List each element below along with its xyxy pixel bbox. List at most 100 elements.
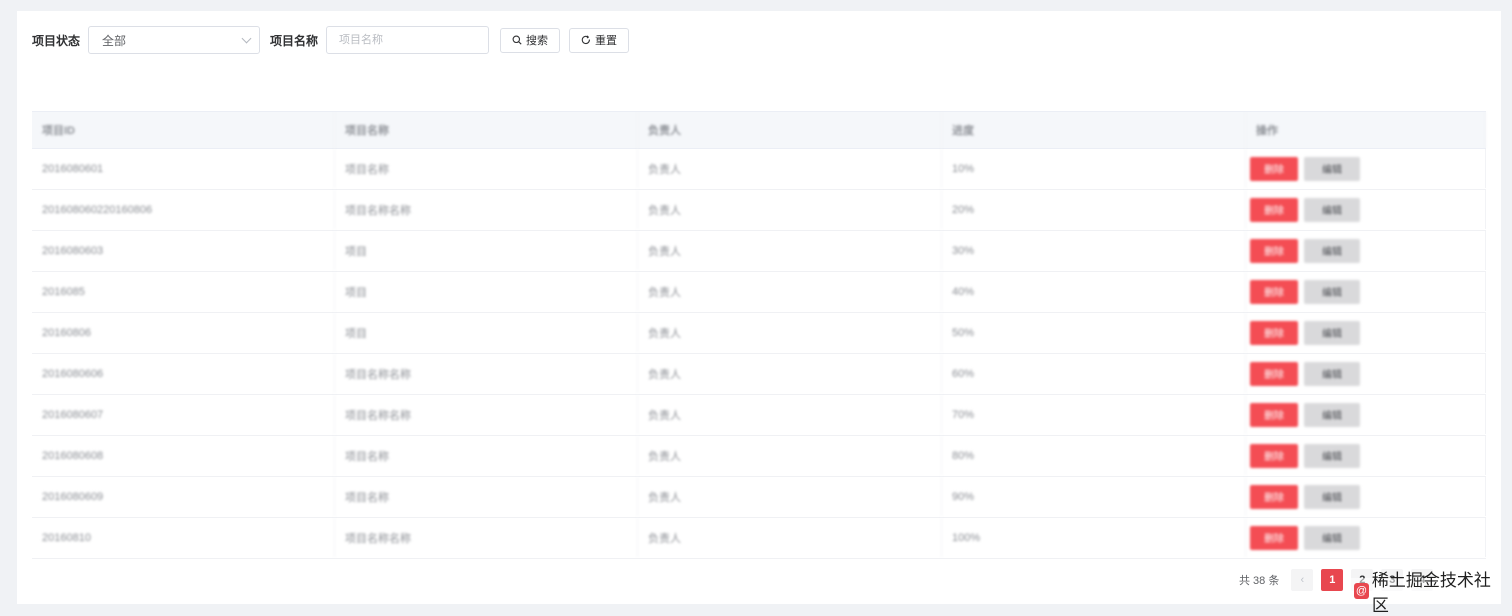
cell-project-id: 2016080606 [32, 354, 335, 393]
cell-progress: 90% [942, 477, 1246, 516]
cell-actions: 删除 编辑 [1246, 231, 1486, 270]
cell-actions: 删除 编辑 [1246, 190, 1486, 229]
column-header-owner[interactable]: 负责人 [638, 112, 942, 148]
cell-actions: 删除 编辑 [1246, 354, 1486, 393]
cell-project-name: 项目 [335, 272, 638, 311]
cell-owner: 负责人 [638, 149, 942, 188]
watermark-logo-icon: @ [1354, 583, 1369, 599]
cell-progress: 60% [942, 354, 1246, 393]
chevron-down-icon [241, 33, 252, 43]
cell-project-name: 项目名称名称 [335, 518, 638, 557]
name-input[interactable] [326, 26, 490, 54]
watermark-text: 稀土掘金技术社区 [1371, 571, 1491, 615]
cell-project-id: 2016080608 [32, 436, 335, 475]
cell-actions: 删除 编辑 [1246, 395, 1486, 434]
page-button-1[interactable]: 1 [1321, 569, 1344, 591]
table-row: 201608060220160806 项目名称名称 负责人 20% 删除 编辑 [32, 190, 1486, 231]
status-select[interactable]: 全部 [88, 26, 261, 54]
edit-button[interactable]: 编辑 [1304, 320, 1360, 345]
cell-progress: 30% [942, 231, 1246, 270]
edit-button[interactable]: 编辑 [1304, 197, 1360, 222]
cell-owner: 负责人 [638, 477, 942, 516]
status-label: 项目状态 [32, 33, 81, 48]
table-body: 2016080601 项目名称 负责人 10% 删除 编辑 2016080602201608… [32, 149, 1486, 559]
table-row: 2016080608 项目名称 负责人 80% 删除 编辑 [32, 436, 1486, 477]
edit-button[interactable]: 编辑 [1304, 156, 1360, 181]
cell-actions: 删除 编辑 [1246, 477, 1486, 516]
cell-owner: 负责人 [638, 436, 942, 475]
cell-actions: 删除 编辑 [1246, 518, 1486, 557]
edit-button[interactable]: 编辑 [1304, 279, 1360, 304]
table-row: 2016080603 项目 负责人 30% 删除 编辑 [32, 231, 1486, 272]
delete-button[interactable]: 删除 [1250, 156, 1298, 181]
cell-project-name: 项目名称名称 [335, 395, 638, 434]
refresh-icon [581, 35, 590, 45]
table-row: 2016085 项目 负责人 40% 删除 编辑 [32, 272, 1486, 313]
column-header-progress[interactable]: 进度 [942, 112, 1246, 148]
delete-button[interactable]: 删除 [1250, 238, 1298, 263]
table-row: 2016080606 项目名称名称 负责人 60% 删除 编辑 [32, 354, 1486, 395]
delete-button[interactable]: 删除 [1250, 402, 1298, 427]
reset-button-label: 重置 [595, 35, 618, 47]
cell-progress: 50% [942, 313, 1246, 352]
column-header-id[interactable]: 项目ID [32, 112, 335, 148]
total-count: 共 38 条 [1239, 575, 1280, 587]
edit-button[interactable]: 编辑 [1304, 238, 1360, 263]
prev-page-button[interactable]: ‹ [1291, 569, 1314, 591]
delete-button[interactable]: 删除 [1250, 443, 1298, 468]
edit-button[interactable]: 编辑 [1304, 402, 1360, 427]
cell-owner: 负责人 [638, 313, 942, 352]
cell-progress: 100% [942, 518, 1246, 557]
search-button[interactable]: 搜索 [500, 27, 561, 53]
cell-actions: 删除 编辑 [1246, 436, 1486, 475]
cell-owner: 负责人 [638, 354, 942, 393]
delete-button[interactable]: 删除 [1250, 361, 1298, 386]
table-row: 2016080601 项目名称 负责人 10% 删除 编辑 [32, 149, 1486, 190]
watermark: @ 稀土掘金技术社区 [1351, 571, 1501, 615]
cell-project-id: 20160806 [32, 313, 335, 352]
delete-button[interactable]: 删除 [1250, 279, 1298, 304]
cell-project-id: 2016085 [32, 272, 335, 311]
content-card: 项目状态 全部 项目名称 搜索 重置 项目ID 项目名称 负责人 [17, 11, 1501, 615]
cell-project-id: 2016080603 [32, 231, 335, 270]
delete-button[interactable]: 删除 [1250, 197, 1298, 222]
cell-project-name: 项目名称 [335, 436, 638, 475]
cell-progress: 10% [942, 149, 1246, 188]
search-icon [512, 35, 522, 45]
cell-owner: 负责人 [638, 272, 942, 311]
cell-owner: 负责人 [638, 190, 942, 229]
cell-owner: 负责人 [638, 518, 942, 557]
cell-project-id: 2016080607 [32, 395, 335, 434]
edit-button[interactable]: 编辑 [1304, 443, 1360, 468]
cell-owner: 负责人 [638, 395, 942, 434]
cell-project-id: 201608060220160806 [32, 190, 335, 229]
cell-project-id: 20160810 [32, 518, 335, 557]
delete-button[interactable]: 删除 [1250, 484, 1298, 509]
table-row: 20160806 项目 负责人 50% 删除 编辑 [32, 313, 1486, 354]
edit-button[interactable]: 编辑 [1304, 361, 1360, 386]
cell-actions: 删除 编辑 [1246, 272, 1486, 311]
cell-project-id: 2016080609 [32, 477, 335, 516]
cell-actions: 删除 编辑 [1246, 149, 1486, 188]
cell-progress: 80% [942, 436, 1246, 475]
table-row: 2016080607 项目名称名称 负责人 70% 删除 编辑 [32, 395, 1486, 436]
project-table: 项目ID 项目名称 负责人 进度 操作 2016080601 项目名称 负责人 10%… [32, 111, 1486, 559]
cell-actions: 删除 编辑 [1246, 313, 1486, 352]
cell-project-name: 项目名称 [335, 149, 638, 188]
cell-project-id: 2016080601 [32, 149, 335, 188]
table-header: 项目ID 项目名称 负责人 进度 操作 [32, 112, 1486, 149]
table-row: 20160810 项目名称名称 负责人 100% 删除 编辑 [32, 518, 1486, 559]
edit-button[interactable]: 编辑 [1304, 525, 1360, 550]
cell-progress: 70% [942, 395, 1246, 434]
column-header-actions: 操作 [1246, 112, 1486, 148]
cell-progress: 20% [942, 190, 1246, 229]
edit-button[interactable]: 编辑 [1304, 484, 1360, 509]
cell-project-name: 项目 [335, 313, 638, 352]
name-label: 项目名称 [270, 33, 319, 48]
cell-project-name: 项目名称名称 [335, 190, 638, 229]
delete-button[interactable]: 删除 [1250, 320, 1298, 345]
reset-button[interactable]: 重置 [569, 27, 630, 53]
delete-button[interactable]: 删除 [1250, 525, 1298, 550]
cell-progress: 40% [942, 272, 1246, 311]
column-header-name[interactable]: 项目名称 [335, 112, 638, 148]
